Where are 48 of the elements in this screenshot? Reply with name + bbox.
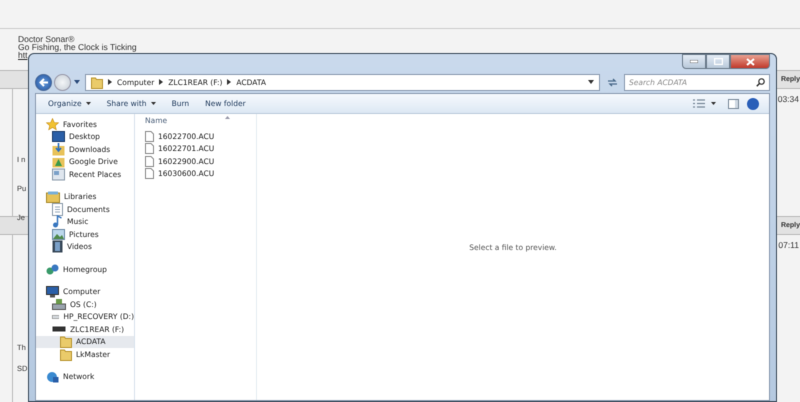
desktop-icon xyxy=(52,131,65,142)
list-view-icon xyxy=(693,99,705,108)
network-icon xyxy=(46,370,59,383)
homegroup-icon xyxy=(46,262,59,276)
file-icon xyxy=(145,130,154,142)
chevron-icon xyxy=(108,79,112,85)
caret-icon xyxy=(150,102,156,105)
chevron-icon xyxy=(159,79,164,85)
drive-icon xyxy=(52,326,66,332)
star-icon xyxy=(46,118,59,131)
file-icon xyxy=(145,156,154,167)
back-arrow-icon xyxy=(38,78,48,86)
signature-text: Go Fishing, the Clock is Ticking xyxy=(18,43,137,51)
caret-icon xyxy=(74,80,80,84)
post-time: 03:34 xyxy=(778,94,799,106)
folder-icon xyxy=(60,348,72,361)
back-button[interactable] xyxy=(35,74,52,90)
film-icon xyxy=(52,240,63,254)
sort-caret-icon xyxy=(225,116,230,119)
drive-icon xyxy=(52,298,66,310)
post-time: 07:11 xyxy=(778,240,799,252)
maximize-button[interactable] xyxy=(706,54,730,69)
minimize-button[interactable] xyxy=(682,54,706,69)
pane-icon xyxy=(728,98,739,108)
recent-places-icon xyxy=(52,168,65,181)
music-note-icon xyxy=(52,215,63,228)
minimize-icon xyxy=(690,60,698,63)
folder-icon xyxy=(91,76,103,88)
help-icon xyxy=(747,98,759,110)
signature-link[interactable]: htt xyxy=(18,51,28,59)
file-icon xyxy=(145,168,154,180)
caret-icon xyxy=(588,80,594,84)
caret-icon xyxy=(711,102,716,105)
caret-icon xyxy=(86,102,91,105)
file-icon xyxy=(145,143,154,154)
pictures-icon xyxy=(52,228,65,240)
folder-icon xyxy=(60,335,72,348)
chevron-icon xyxy=(227,79,232,85)
close-button[interactable] xyxy=(730,54,770,69)
library-icon xyxy=(46,190,60,203)
forward-button[interactable] xyxy=(54,74,71,90)
author-name: Doctor Sonar® xyxy=(18,35,74,43)
document-icon xyxy=(52,202,63,216)
computer-icon xyxy=(46,286,59,298)
maximize-icon xyxy=(714,58,722,65)
refresh-icon xyxy=(606,78,618,86)
close-icon xyxy=(746,58,754,66)
search-icon xyxy=(756,78,765,86)
